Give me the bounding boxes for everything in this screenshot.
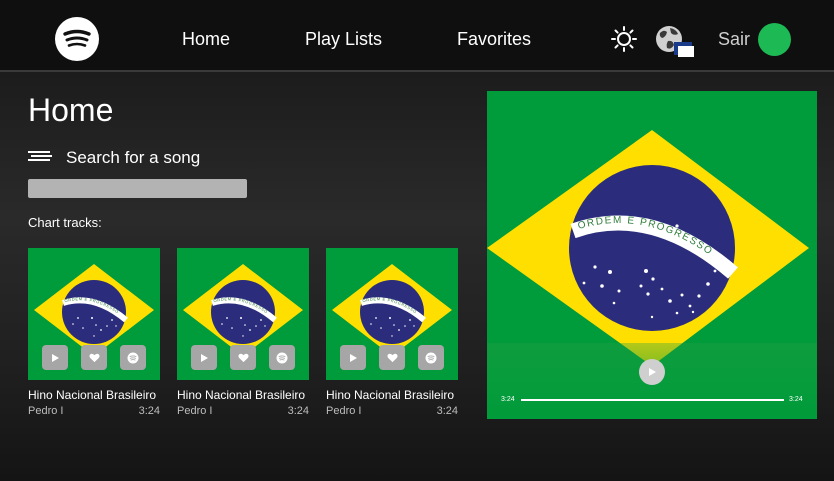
chart-tracks-heading: Chart tracks: xyxy=(28,215,102,230)
track-duration: 3:24 xyxy=(138,405,160,417)
card-spotify-button[interactable] xyxy=(418,345,444,370)
track-card[interactable]: ORDEM E PROGRESSO Hino Nacional Brasilei… xyxy=(326,248,458,417)
progress-bar[interactable] xyxy=(521,399,784,401)
track-title[interactable]: Hino Nacional Brasileiro xyxy=(326,388,458,403)
card-play-button[interactable] xyxy=(340,345,366,370)
track-artist[interactable]: Pedro I xyxy=(28,405,63,417)
top-navbar: Home Play Lists Favorites Sair xyxy=(0,0,834,72)
card-favorite-button[interactable] xyxy=(379,345,405,370)
track-thumbnail[interactable]: ORDEM E PROGRESSO xyxy=(177,248,309,380)
card-actions xyxy=(191,345,295,370)
card-actions xyxy=(340,345,444,370)
track-artist[interactable]: Pedro I xyxy=(326,405,361,417)
play-icon xyxy=(649,368,656,376)
track-artist[interactable]: Pedro I xyxy=(177,405,212,417)
logout-link[interactable]: Sair xyxy=(718,29,750,50)
track-title[interactable]: Hino Nacional Brasileiro xyxy=(177,388,309,403)
current-time: 3:24 xyxy=(501,396,515,403)
card-favorite-button[interactable] xyxy=(81,345,107,370)
total-time: 3:24 xyxy=(789,396,803,403)
track-card[interactable]: ORDEM E PROGRESSO Hino Nacional Brasilei… xyxy=(28,248,160,417)
card-play-button[interactable] xyxy=(42,345,68,370)
player-play-button[interactable] xyxy=(639,359,665,385)
nav-home-link[interactable]: Home xyxy=(182,29,230,50)
spotify-icon xyxy=(276,352,288,363)
track-card[interactable]: ORDEM E PROGRESSO Hino Nacional Brasilei… xyxy=(177,248,309,417)
play-icon xyxy=(350,353,357,362)
search-row: Search for a song xyxy=(28,148,200,168)
play-icon xyxy=(201,353,208,362)
track-title[interactable]: Hino Nacional Brasileiro xyxy=(28,388,160,403)
progress-fill xyxy=(521,399,784,401)
play-icon xyxy=(52,353,59,362)
search-input[interactable] xyxy=(28,179,247,198)
card-play-button[interactable] xyxy=(191,345,217,370)
track-meta: Pedro I 3:24 xyxy=(326,405,458,417)
track-meta: Pedro I 3:24 xyxy=(28,405,160,417)
track-duration: 3:24 xyxy=(436,405,458,417)
track-thumbnail[interactable]: ORDEM E PROGRESSO xyxy=(28,248,160,380)
page-title: Home xyxy=(28,92,114,128)
heart-icon xyxy=(237,353,249,362)
spotify-icon xyxy=(127,352,139,363)
card-actions xyxy=(42,345,146,370)
card-favorite-button[interactable] xyxy=(230,345,256,370)
menu-lines-icon xyxy=(28,149,52,167)
globe-flag-icon[interactable] xyxy=(654,24,696,63)
now-playing-player: ORDEM E PROGRESSO 3:24 3:24 xyxy=(487,91,817,419)
track-duration: 3:24 xyxy=(287,405,309,417)
sun-icon[interactable] xyxy=(610,25,638,58)
spotify-icon xyxy=(425,352,437,363)
search-label: Search for a song xyxy=(66,148,201,167)
heart-icon xyxy=(386,353,398,362)
card-spotify-button[interactable] xyxy=(120,345,146,370)
heart-icon xyxy=(88,353,100,362)
nav-favorites-link[interactable]: Favorites xyxy=(457,29,531,50)
user-avatar[interactable] xyxy=(758,23,791,56)
card-spotify-button[interactable] xyxy=(269,345,295,370)
nav-playlists-link[interactable]: Play Lists xyxy=(305,29,382,50)
spotify-logo-icon[interactable] xyxy=(55,17,99,61)
track-meta: Pedro I 3:24 xyxy=(177,405,309,417)
track-thumbnail[interactable]: ORDEM E PROGRESSO xyxy=(326,248,458,380)
